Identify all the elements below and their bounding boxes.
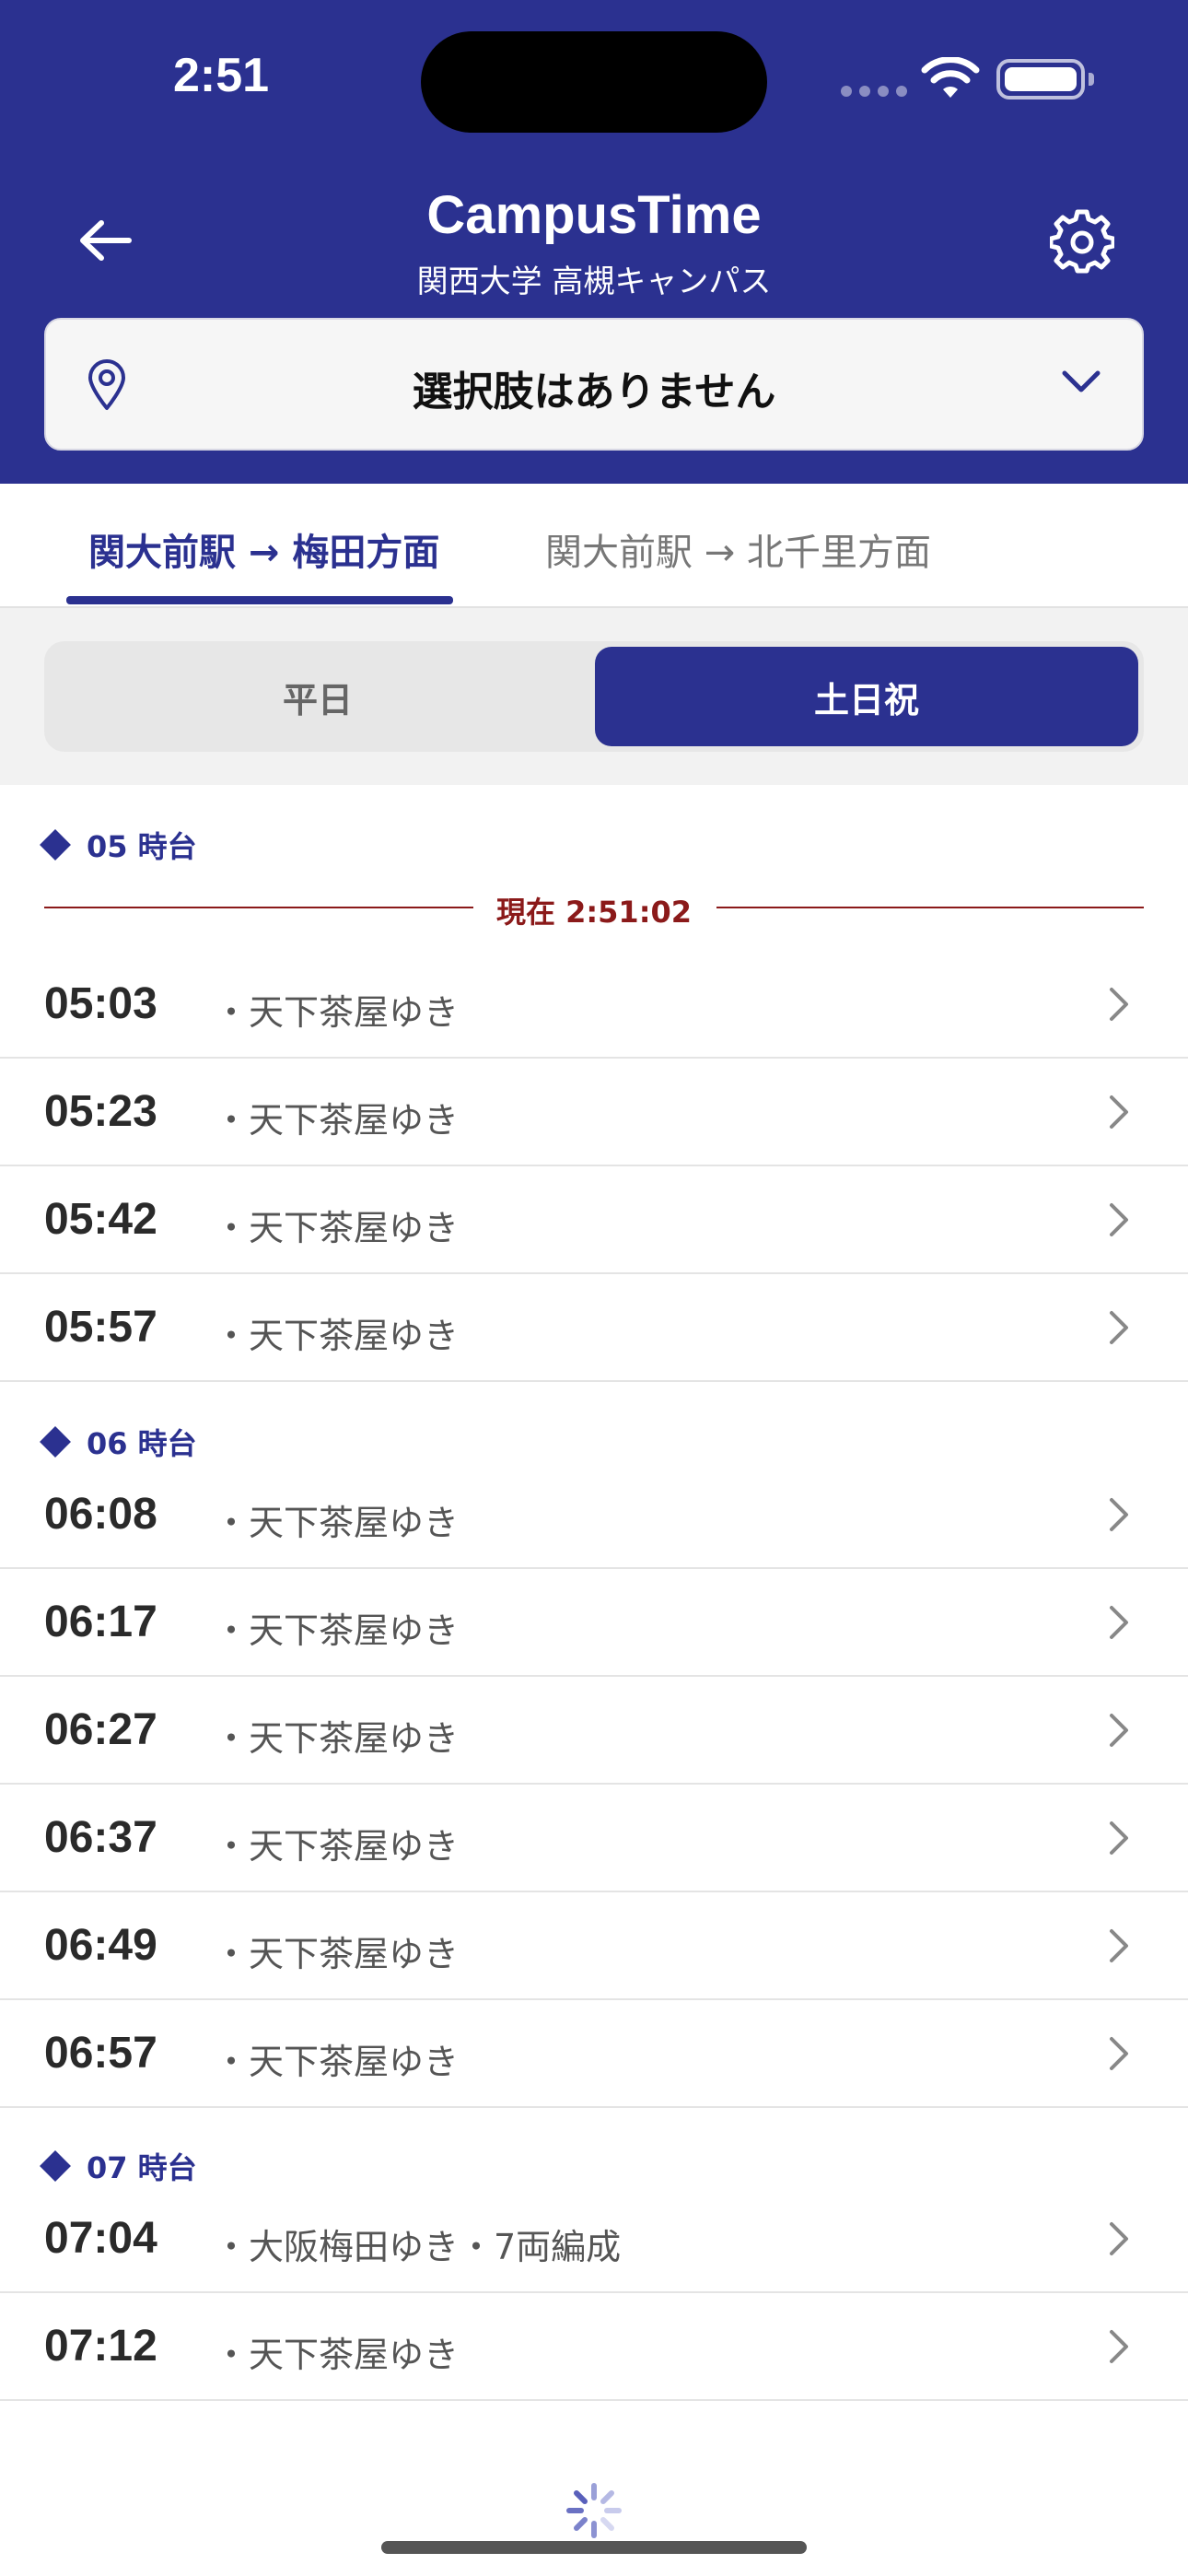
departure-row[interactable]: 05:23 ・天下茶屋ゆき (0, 1059, 1188, 1166)
day-type-area: 平日 土日祝 (0, 608, 1188, 785)
departure-time: 07:12 (44, 2322, 157, 2371)
departure-time: 06:37 (44, 1813, 157, 1862)
selector-label: 選択肢はありません (412, 369, 776, 416)
departure-row[interactable]: 07:12 ・天下茶屋ゆき (0, 2293, 1188, 2401)
section-label: 07 時台 (87, 2150, 197, 2185)
section-header-05: 05 時台 (40, 824, 197, 866)
chevron-right-icon (1110, 1203, 1128, 1236)
diamond-icon (40, 2150, 71, 2182)
home-indicator[interactable] (381, 2541, 807, 2554)
departure-destination: ・天下茶屋ゆき (214, 1934, 460, 1974)
departure-destination: ・天下茶屋ゆき (214, 1718, 460, 1759)
departure-time: 06:57 (44, 2029, 157, 2078)
departure-row[interactable]: 06:27 ・天下茶屋ゆき (0, 1677, 1188, 1785)
tab-umeda[interactable]: 関大前駅 → 梅田方面 (88, 522, 439, 576)
chevron-right-icon (1110, 1606, 1128, 1639)
departure-destination: ・天下茶屋ゆき (214, 2335, 460, 2375)
departure-time: 06:27 (44, 1705, 157, 1754)
chevron-down-icon (1062, 370, 1101, 392)
wifi-icon (921, 56, 980, 105)
departure-time: 05:03 (44, 979, 157, 1028)
chevron-right-icon (1110, 1311, 1128, 1344)
departure-destination: ・天下茶屋ゆき (214, 1316, 460, 1356)
departure-time: 06:49 (44, 1921, 157, 1970)
departure-row[interactable]: 06:37 ・天下茶屋ゆき (0, 1785, 1188, 1892)
departure-row[interactable]: 06:57 ・天下茶屋ゆき (0, 2000, 1188, 2108)
departure-row[interactable]: 05:57 ・天下茶屋ゆき (0, 1274, 1188, 1382)
departure-time: 06:08 (44, 1490, 157, 1539)
bottom-fade (0, 2414, 1188, 2469)
diamond-icon (40, 1426, 71, 1458)
departure-destination: ・天下茶屋ゆき (214, 1503, 460, 1543)
section-header-07: 07 時台 (40, 2145, 197, 2187)
loading-spinner-icon (566, 2483, 622, 2538)
chevron-right-icon (1110, 2037, 1128, 2070)
diamond-icon (40, 829, 71, 861)
departure-row[interactable]: 05:03 ・天下茶屋ゆき (0, 951, 1188, 1059)
cellular-signal-icon (841, 86, 907, 97)
segment-weekday[interactable]: 平日 (44, 641, 591, 752)
departure-row[interactable]: 06:08 ・天下茶屋ゆき (0, 1461, 1188, 1569)
departure-destination: ・天下茶屋ゆき (214, 1100, 460, 1141)
app-title: CampusTime (426, 185, 762, 245)
chevron-right-icon (1110, 1714, 1128, 1747)
departure-row[interactable]: 07:04 ・大阪梅田ゆき・7両編成 (0, 2185, 1188, 2293)
gear-icon (1050, 209, 1114, 274)
chevron-right-icon (1110, 1929, 1128, 1962)
section-label: 05 時台 (87, 829, 197, 864)
chevron-right-icon (1110, 988, 1128, 1021)
departure-time: 05:23 (44, 1087, 157, 1136)
chevron-right-icon (1110, 2222, 1128, 2255)
chevron-right-icon (1110, 2330, 1128, 2363)
chevron-right-icon (1110, 1498, 1128, 1531)
departure-row[interactable]: 06:17 ・天下茶屋ゆき (0, 1569, 1188, 1677)
departure-destination: ・天下茶屋ゆき (214, 992, 460, 1033)
departure-time: 07:04 (44, 2214, 157, 2263)
chevron-right-icon (1110, 1095, 1128, 1129)
status-time: 2:51 (173, 49, 270, 102)
departure-destination: ・天下茶屋ゆき (214, 1610, 460, 1651)
tab-kitasenri[interactable]: 関大前駅 → 北千里方面 (545, 522, 931, 576)
battery-icon (996, 59, 1094, 100)
current-time-indicator: 現在 2:51:02 (44, 889, 1144, 930)
day-type-segmented-control: 平日 土日祝 (44, 641, 1144, 752)
current-time-text: 現在 2:51:02 (495, 895, 693, 930)
campus-subtitle: 関西大学 高槻キャンパス (416, 263, 772, 300)
departure-destination: ・天下茶屋ゆき (214, 1208, 460, 1248)
departure-destination: ・天下茶屋ゆき (214, 1826, 460, 1867)
direction-tabs: 関大前駅 → 梅田方面 関大前駅 → 北千里方面 (0, 484, 1188, 608)
departure-time: 05:42 (44, 1195, 157, 1244)
app-header: 2:51 CampusTime 関西大学 高槻キャンパス 選択肢はありません (0, 0, 1188, 484)
active-tab-indicator (66, 596, 453, 604)
departure-time: 06:17 (44, 1598, 157, 1646)
segment-holiday[interactable]: 土日祝 (595, 647, 1138, 746)
dynamic-island (421, 31, 767, 133)
departure-destination: ・大阪梅田ゆき・7両編成 (214, 2227, 622, 2267)
section-label: 06 時台 (87, 1426, 197, 1461)
departure-row[interactable]: 06:49 ・天下茶屋ゆき (0, 1892, 1188, 2000)
location-selector[interactable]: 選択肢はありません (44, 318, 1144, 451)
section-header-06: 06 時台 (40, 1421, 197, 1463)
chevron-right-icon (1110, 1821, 1128, 1855)
departure-time: 05:57 (44, 1303, 157, 1352)
departure-destination: ・天下茶屋ゆき (214, 2042, 460, 2082)
settings-button[interactable] (1045, 205, 1119, 278)
departure-row[interactable]: 05:42 ・天下茶屋ゆき (0, 1166, 1188, 1274)
